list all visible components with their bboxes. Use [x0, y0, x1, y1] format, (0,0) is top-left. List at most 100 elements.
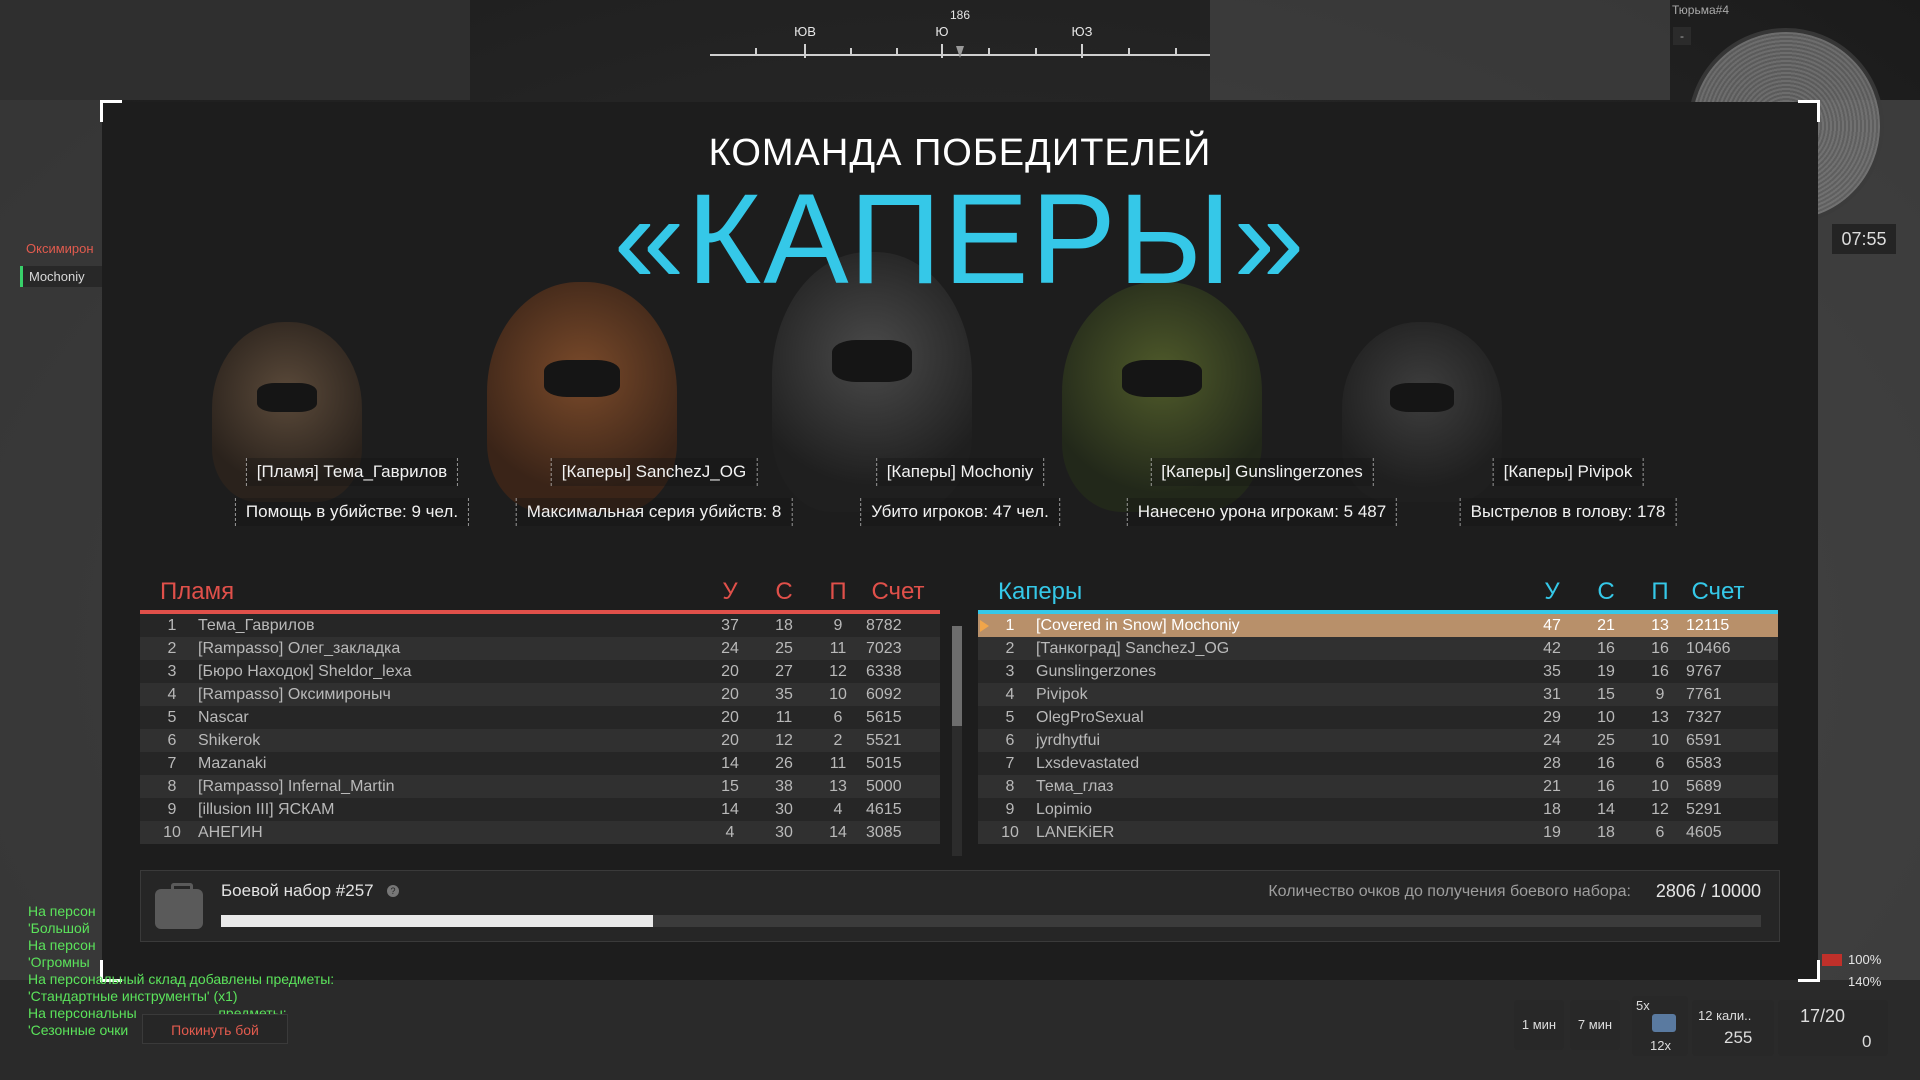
chat-line: 'Огромны [28, 954, 90, 970]
medkit-icon [1652, 1014, 1676, 1032]
table-row[interactable]: 1 Тема_Гаврилов 37 18 9 8782 [140, 614, 940, 637]
compass-tick [1081, 44, 1083, 58]
player-name: Gunslingerzones [1036, 663, 1157, 680]
player-deaths: 18 [1597, 824, 1615, 841]
table-row[interactable]: 5 Nascar 20 11 6 5615 [140, 706, 940, 729]
chat-line: На персональный склад добавлены предметы… [28, 971, 335, 987]
soldier-visor [1122, 360, 1202, 397]
player-assists: 10 [1651, 732, 1669, 749]
player-score: 10466 [1686, 640, 1731, 657]
battle-kit-value: 2806 / 10000 [1655, 881, 1761, 901]
magazine-count: 17/20 [1800, 1006, 1846, 1026]
current-player-arrow-icon [980, 620, 989, 632]
player-rank: 7 [1005, 755, 1015, 772]
panel-corner [100, 100, 122, 122]
player-score: 4605 [1686, 824, 1722, 841]
table-row-current-player[interactable]: 1 [Covered in Snow] Mochoniy 47 21 13 12115 [978, 614, 1778, 637]
battle-kit-title: Боевой набор #257 [221, 881, 374, 900]
player-score: 7761 [1686, 686, 1722, 703]
table-row[interactable]: 4 Pivipok 31 15 9 7761 [978, 683, 1778, 706]
table-row[interactable]: 6 jyrdhytfui 24 25 10 6591 [978, 729, 1778, 752]
player-rank: 10 [1001, 824, 1019, 841]
player-score: 5689 [1686, 778, 1722, 795]
table-row[interactable]: 5 OlegProSexual 29 10 13 7327 [978, 706, 1778, 729]
player-kills: 20 [721, 709, 739, 726]
team-table-privateers: Каперы У С П Счет 1 [Covered in Snow] Moc… [978, 570, 1778, 844]
award-player: [Каперы] SanchezJ_OG [550, 458, 758, 486]
player-deaths: 30 [775, 801, 793, 818]
player-score: 7327 [1686, 709, 1722, 726]
winning-team-name: «КАПЕРЫ» [613, 168, 1307, 311]
player-deaths: 18 [775, 617, 793, 634]
col-assists: П [829, 578, 847, 605]
award-player: [Пламя] Тема_Гаврилов [245, 458, 459, 486]
player-rank: 6 [167, 732, 177, 749]
scrollbar-thumb[interactable] [952, 626, 962, 726]
player-name: Shikerok [198, 732, 261, 749]
player-deaths: 16 [1597, 640, 1615, 657]
player-name: [illusion III] ЯСКАМ [198, 801, 335, 818]
table-row[interactable]: 7 Mazanaki 14 26 11 5015 [140, 752, 940, 775]
table-row[interactable]: 2 [Rampasso] Олег_закладка 24 25 11 7023 [140, 637, 940, 660]
table-row[interactable]: 6 Shikerok 20 12 2 5521 [140, 729, 940, 752]
minimap-zoom-button[interactable]: - [1673, 27, 1691, 45]
player-rank: 1 [1005, 617, 1015, 634]
table-row[interactable]: 9 Lopimio 18 14 12 5291 [978, 798, 1778, 821]
player-deaths: 35 [775, 686, 793, 703]
health-value: 100% [1848, 952, 1882, 967]
table-row[interactable]: 8 Тема_глаз 21 16 10 5689 [978, 775, 1778, 798]
chat-line: На персон [28, 937, 96, 953]
compass-heading-marker [956, 46, 964, 58]
player-score: 9767 [1686, 663, 1722, 680]
player-rank: 5 [167, 709, 177, 726]
award-card: [Каперы] Mochoniy Убито игроков: 47 чел. [860, 458, 1060, 526]
player-deaths: 25 [1597, 732, 1615, 749]
award-stat: Убито игроков: 47 чел. [860, 498, 1060, 526]
player-rank: 3 [1005, 663, 1015, 680]
match-results-panel: КОМАНДА ПОБЕДИТЕЛЕЙ «КАПЕРЫ» [Пламя] Тем… [100, 100, 1820, 982]
player-deaths: 16 [1597, 755, 1615, 772]
compass-tick [1035, 48, 1037, 56]
player-score: 5015 [866, 755, 902, 772]
player-kills: 19 [1543, 824, 1561, 841]
table-row[interactable]: 3 [Бюро Находок] Sheldor_lexa 20 27 12 6338 [140, 660, 940, 683]
player-rank: 7 [167, 755, 177, 772]
table-row[interactable]: 4 [Rampasso] Оксимироныч 20 35 10 6092 [140, 683, 940, 706]
award-stat: Выстрелов в голову: 178 [1459, 498, 1677, 526]
table-row[interactable]: 9 [illusion III] ЯСКАМ 14 30 4 4615 [140, 798, 940, 821]
team-name: Пламя [160, 578, 235, 605]
table-row[interactable]: 3 Gunslingerzones 35 19 16 9767 [978, 660, 1778, 683]
player-assists: 12 [829, 663, 847, 680]
table-row[interactable]: 7 Lxsdevastated 28 16 6 6583 [978, 752, 1778, 775]
table-scrollbar[interactable] [952, 626, 962, 856]
col-deaths: С [1597, 578, 1615, 605]
col-score: Счет [871, 578, 925, 605]
player-rank: 5 [1005, 709, 1015, 726]
player-assists: 2 [833, 732, 843, 749]
player-assists: 14 [829, 824, 847, 841]
medkit-slot[interactable]: 5x 12x [1632, 996, 1688, 1056]
info-icon[interactable]: ? [387, 885, 399, 897]
leave-battle-button[interactable]: Покинуть бой [142, 1014, 288, 1044]
col-kills: У [1544, 578, 1560, 605]
table-row[interactable]: 2 [Танкоград] SanchezJ_OG 42 16 16 10466 [978, 637, 1778, 660]
buff-timer-1: 1 мин [1514, 1000, 1564, 1050]
ammo-type: 12 кали.. [1698, 1008, 1752, 1023]
health-bar [1822, 954, 1842, 966]
table-row[interactable]: 8 [Rampasso] Infernal_Martin 15 38 13 5000 [140, 775, 940, 798]
player-score: 6338 [866, 663, 902, 680]
col-assists: П [1651, 578, 1669, 605]
table-row[interactable]: 10 LANEKiER 19 18 6 4605 [978, 821, 1778, 844]
table-row[interactable]: 10 АНЕГИН 4 30 14 3085 [140, 821, 940, 844]
soldier-visor [1390, 383, 1454, 412]
panel-corner [1798, 960, 1820, 982]
player-kills: 47 [1543, 617, 1561, 634]
compass: 186 ЮВ Ю ЮЗ [710, 8, 1210, 58]
player-name: [Rampasso] Оксимироныч [198, 686, 391, 703]
player-rank: 9 [1005, 801, 1015, 818]
player-name: Тема_Гаврилов [198, 617, 315, 634]
player-deaths: 21 [1597, 617, 1615, 634]
panel-corner [1798, 100, 1820, 122]
soldier-visor [257, 383, 317, 412]
player-deaths: 11 [775, 709, 793, 726]
